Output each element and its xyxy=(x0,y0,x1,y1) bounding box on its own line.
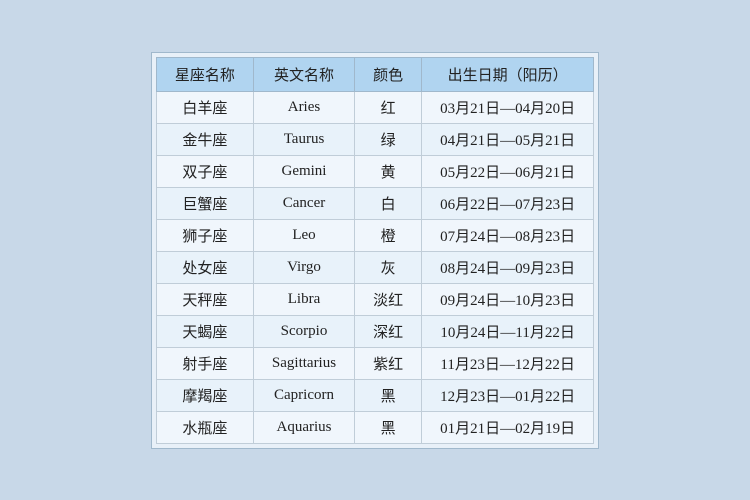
table-cell: 10月24日—11月22日 xyxy=(422,315,594,347)
table-row: 摩羯座Capricorn黑12月23日—01月22日 xyxy=(156,379,593,411)
table-cell: 白羊座 xyxy=(156,91,253,123)
table-row: 双子座Gemini黄05月22日—06月21日 xyxy=(156,155,593,187)
table-cell: 01月21日—02月19日 xyxy=(422,411,594,443)
table-cell: 05月22日—06月21日 xyxy=(422,155,594,187)
table-cell: 黑 xyxy=(355,379,422,411)
table-cell: 03月21日—04月20日 xyxy=(422,91,594,123)
table-cell: 绿 xyxy=(355,123,422,155)
table-cell: 天蝎座 xyxy=(156,315,253,347)
col-header-color: 颜色 xyxy=(355,57,422,91)
table-body: 白羊座Aries红03月21日—04月20日金牛座Taurus绿04月21日—0… xyxy=(156,91,593,443)
table-cell: Taurus xyxy=(253,123,354,155)
table-row: 白羊座Aries红03月21日—04月20日 xyxy=(156,91,593,123)
table-cell: 黄 xyxy=(355,155,422,187)
table-cell: 红 xyxy=(355,91,422,123)
table-cell: Leo xyxy=(253,219,354,251)
table-cell: 处女座 xyxy=(156,251,253,283)
table-cell: 09月24日—10月23日 xyxy=(422,283,594,315)
table-cell: 双子座 xyxy=(156,155,253,187)
table-cell: Virgo xyxy=(253,251,354,283)
table-cell: Gemini xyxy=(253,155,354,187)
table-row: 巨蟹座Cancer白06月22日—07月23日 xyxy=(156,187,593,219)
table-cell: 金牛座 xyxy=(156,123,253,155)
table-row: 处女座Virgo灰08月24日—09月23日 xyxy=(156,251,593,283)
table-cell: 深红 xyxy=(355,315,422,347)
table-cell: 淡红 xyxy=(355,283,422,315)
table-cell: 12月23日—01月22日 xyxy=(422,379,594,411)
table-cell: Cancer xyxy=(253,187,354,219)
table-cell: 07月24日—08月23日 xyxy=(422,219,594,251)
table-cell: 摩羯座 xyxy=(156,379,253,411)
table-cell: Aries xyxy=(253,91,354,123)
table-row: 天蝎座Scorpio深红10月24日—11月22日 xyxy=(156,315,593,347)
zodiac-table-container: 星座名称 英文名称 颜色 出生日期（阳历） 白羊座Aries红03月21日—04… xyxy=(151,52,599,449)
table-cell: Libra xyxy=(253,283,354,315)
table-row: 狮子座Leo橙07月24日—08月23日 xyxy=(156,219,593,251)
table-cell: 白 xyxy=(355,187,422,219)
table-cell: 橙 xyxy=(355,219,422,251)
table-row: 天秤座Libra淡红09月24日—10月23日 xyxy=(156,283,593,315)
table-cell: 狮子座 xyxy=(156,219,253,251)
table-cell: 黑 xyxy=(355,411,422,443)
table-cell: 08月24日—09月23日 xyxy=(422,251,594,283)
col-header-english-name: 英文名称 xyxy=(253,57,354,91)
table-cell: Aquarius xyxy=(253,411,354,443)
zodiac-table: 星座名称 英文名称 颜色 出生日期（阳历） 白羊座Aries红03月21日—04… xyxy=(156,57,594,444)
table-row: 水瓶座Aquarius黑01月21日—02月19日 xyxy=(156,411,593,443)
table-cell: 06月22日—07月23日 xyxy=(422,187,594,219)
table-cell: 紫红 xyxy=(355,347,422,379)
table-cell: 水瓶座 xyxy=(156,411,253,443)
table-cell: Sagittarius xyxy=(253,347,354,379)
table-cell: 11月23日—12月22日 xyxy=(422,347,594,379)
table-row: 射手座Sagittarius紫红11月23日—12月22日 xyxy=(156,347,593,379)
table-cell: 射手座 xyxy=(156,347,253,379)
table-cell: 灰 xyxy=(355,251,422,283)
table-cell: 巨蟹座 xyxy=(156,187,253,219)
col-header-chinese-name: 星座名称 xyxy=(156,57,253,91)
table-cell: Capricorn xyxy=(253,379,354,411)
table-row: 金牛座Taurus绿04月21日—05月21日 xyxy=(156,123,593,155)
col-header-date: 出生日期（阳历） xyxy=(422,57,594,91)
table-cell: 天秤座 xyxy=(156,283,253,315)
table-header-row: 星座名称 英文名称 颜色 出生日期（阳历） xyxy=(156,57,593,91)
table-cell: 04月21日—05月21日 xyxy=(422,123,594,155)
table-cell: Scorpio xyxy=(253,315,354,347)
